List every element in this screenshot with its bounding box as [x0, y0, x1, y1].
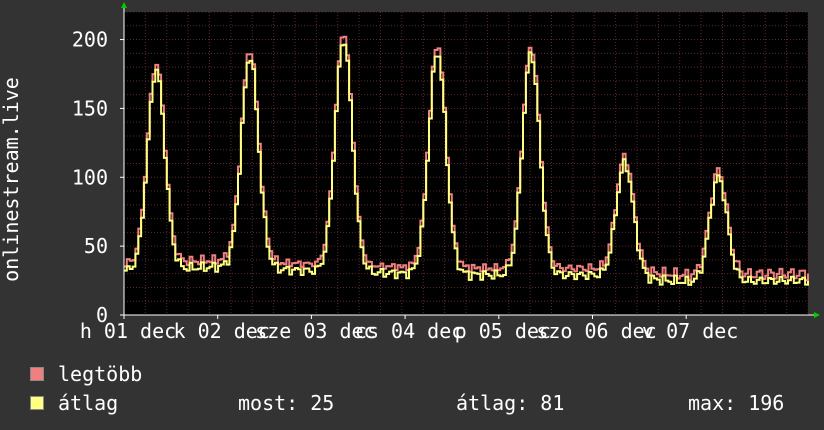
x-tick-label: h 01 dec	[80, 319, 176, 343]
y-tick-label: 50	[84, 234, 108, 258]
stat-max: max: 196	[688, 391, 785, 415]
y-tick-label: 200	[72, 28, 108, 52]
x-tick-label: cs 04 dec	[355, 319, 463, 343]
stat-average: átlag: 81	[456, 391, 565, 415]
max-swatch	[30, 367, 44, 381]
y-tick-label: 100	[72, 165, 108, 189]
traffic-chart: 050100150200h 01 deck 02 decsze 03 deccs…	[0, 2, 820, 343]
x-axis-arrow	[814, 312, 820, 318]
y-axis-label: onlinestream.live	[0, 77, 23, 282]
x-tick-label: szo 06 dec	[536, 319, 656, 343]
avg-swatch	[30, 396, 44, 410]
legend-item-avg: átlag	[30, 391, 118, 415]
y-axis-arrow	[121, 2, 127, 8]
graph-panel: 0 50 100 150 200 h 01 dec k 02 dec sze 03 dec cs…	[0, 0, 824, 430]
legend-label-max: legtöbb	[58, 362, 143, 386]
legend-item-max: legtöbb	[30, 362, 142, 386]
x-tick-label: v 07 dec	[642, 319, 738, 343]
y-tick-label: 150	[72, 96, 108, 120]
stat-now: most: 25	[238, 391, 335, 415]
legend-label-avg: átlag	[58, 391, 119, 415]
